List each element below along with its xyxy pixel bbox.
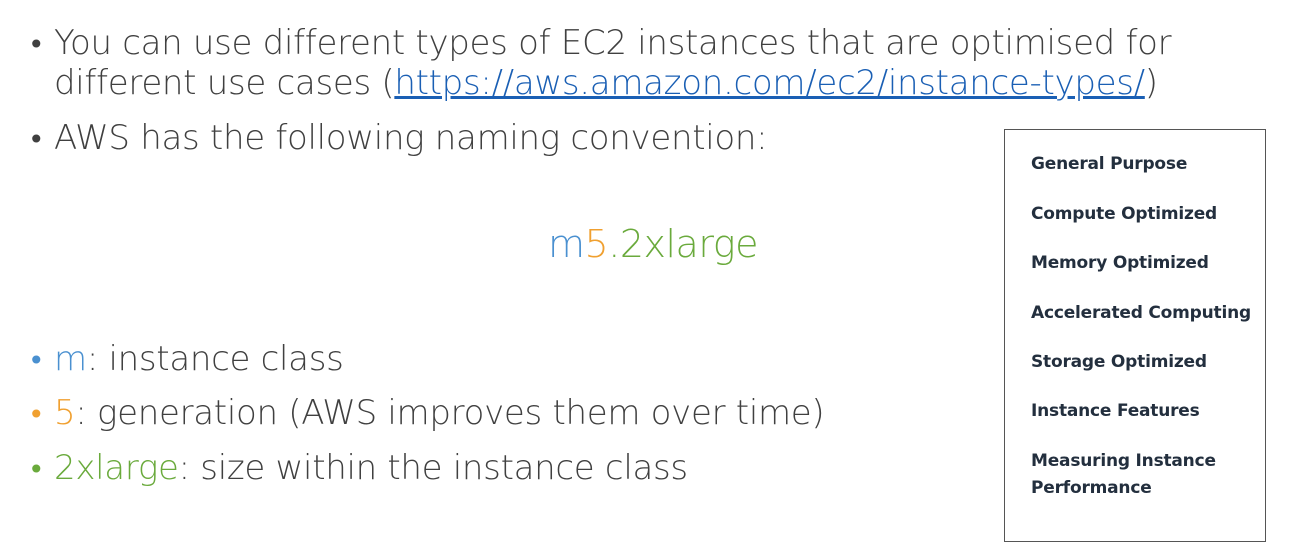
category-accelerated-computing[interactable]: Accelerated Computing [1031, 300, 1261, 327]
instance-size: 2xlarge [619, 222, 759, 266]
category-instance-features[interactable]: Instance Features [1031, 398, 1261, 425]
explanation-key: 2xlarge [54, 448, 179, 488]
bullet-text-suffix: ) [1144, 63, 1158, 103]
bullet-dot: • [28, 453, 45, 486]
instance-dot: . [608, 222, 620, 266]
instance-types-link[interactable]: https://aws.amazon.com/ec2/instance-type… [394, 63, 1145, 103]
category-measuring-instance-performance[interactable]: Measuring Instance Performance [1031, 448, 1221, 502]
instance-categories-panel: General Purpose Compute Optimized Memory… [1004, 129, 1266, 542]
bullet-text: You can use different types of EC2 insta… [54, 23, 1172, 63]
explanation-size: • 2xlarge: size within the instance clas… [28, 447, 688, 489]
explanation-generation: • 5: generation (AWS improves them over … [28, 392, 825, 434]
explanation-text: : size within the instance class [178, 448, 688, 488]
category-general-purpose[interactable]: General Purpose [1031, 151, 1261, 178]
explanation-key: m [54, 339, 87, 379]
instance-generation: 5 [584, 222, 609, 266]
bullet-text: AWS has the following naming convention: [54, 118, 768, 158]
bullet-naming-convention: • AWS has the following naming conventio… [28, 117, 768, 159]
category-compute-optimized[interactable]: Compute Optimized [1031, 201, 1261, 228]
bullet-continuation: different use cases (https://aws.amazon.… [54, 62, 1158, 104]
explanation-text: : generation (AWS improves them over tim… [75, 393, 825, 433]
category-storage-optimized[interactable]: Storage Optimized [1031, 349, 1261, 376]
bullet-dot: • [28, 123, 45, 156]
bullet-dot: • [28, 28, 45, 61]
category-memory-optimized[interactable]: Memory Optimized [1031, 250, 1261, 277]
instance-class: m [548, 222, 585, 266]
bullet-ec2-types: • You can use different types of EC2 ins… [28, 22, 1172, 64]
bullet-dot: • [28, 398, 45, 431]
bullet-text-prefix: different use cases ( [54, 63, 395, 103]
explanation-class: • m: instance class [28, 338, 344, 380]
explanation-text: : instance class [86, 339, 344, 379]
explanation-key: 5 [54, 393, 76, 433]
bullet-dot: • [28, 344, 45, 377]
instance-name-example: m5.2xlarge [548, 222, 758, 266]
